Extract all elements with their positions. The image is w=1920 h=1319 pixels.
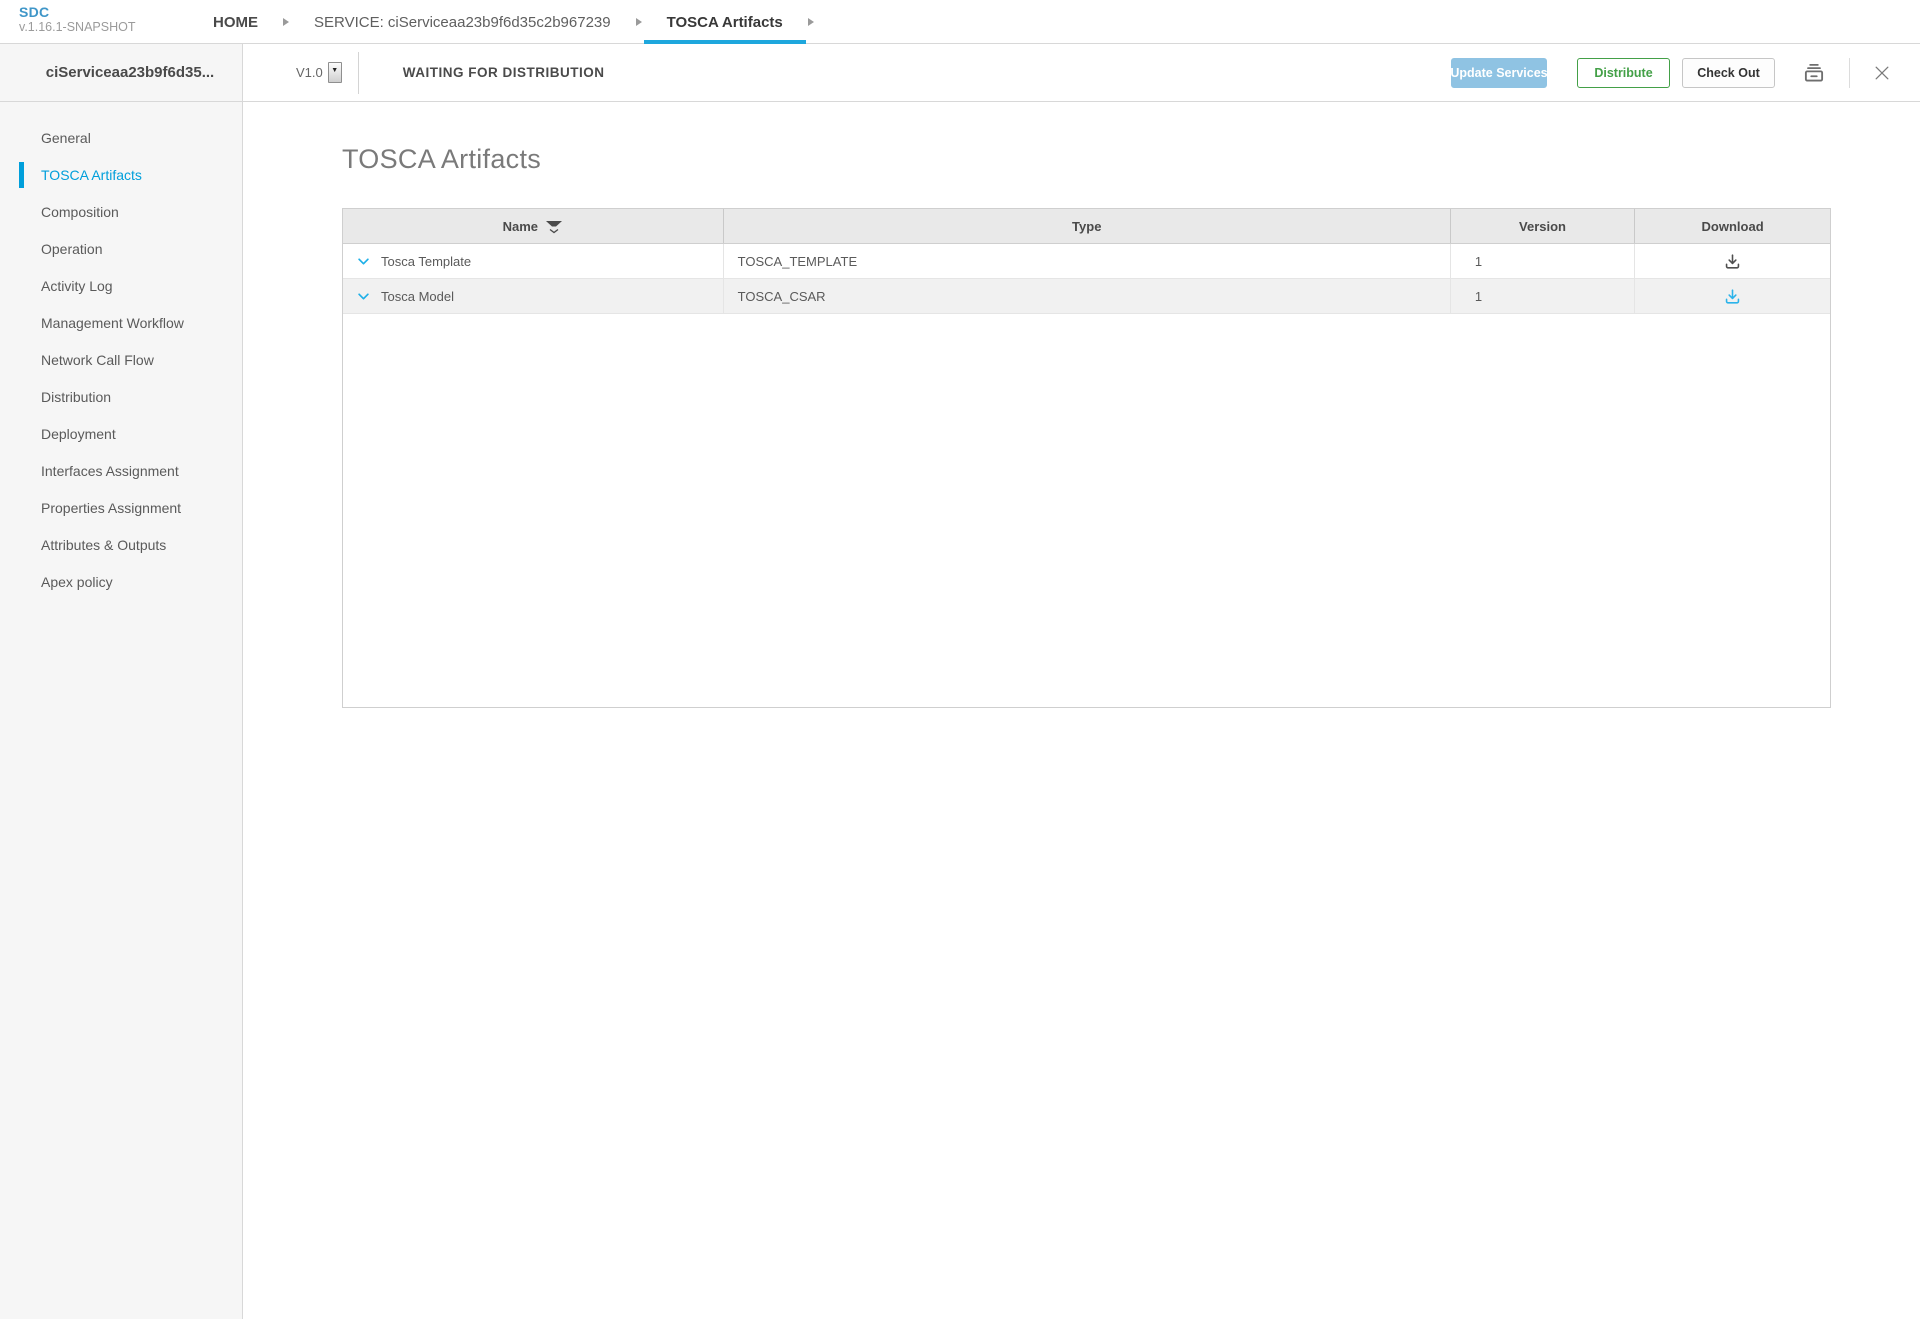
logo-title: SDC bbox=[19, 4, 135, 20]
sidebar-item-management-workflow[interactable]: Management Workflow bbox=[0, 304, 242, 341]
update-services-button[interactable]: Update Services bbox=[1451, 58, 1547, 88]
column-header-name-label: Name bbox=[503, 219, 538, 234]
artifact-name-label: Tosca Template bbox=[381, 254, 471, 269]
distribute-button[interactable]: Distribute bbox=[1577, 58, 1670, 88]
close-icon bbox=[1872, 63, 1892, 83]
column-header-name[interactable]: Name bbox=[343, 209, 724, 243]
sidebar-item-apex-policy[interactable]: Apex policy bbox=[0, 563, 242, 600]
artifact-version-cell: 1 bbox=[1451, 244, 1635, 278]
sidebar-item-operation[interactable]: Operation bbox=[0, 230, 242, 267]
sidebar-item-distribution[interactable]: Distribution bbox=[0, 378, 242, 415]
download-button[interactable] bbox=[1723, 252, 1742, 271]
lifecycle-status-text: WAITING FOR DISTRIBUTION bbox=[403, 65, 605, 80]
close-button[interactable] bbox=[1872, 63, 1892, 83]
logo-version: v.1.16.1-SNAPSHOT bbox=[19, 20, 135, 34]
table-row: Tosca Model TOSCA_CSAR 1 bbox=[343, 279, 1830, 314]
column-header-download[interactable]: Download bbox=[1635, 209, 1830, 243]
column-header-version[interactable]: Version bbox=[1451, 209, 1635, 243]
print-button[interactable] bbox=[1801, 60, 1827, 86]
sidebar-item-general[interactable]: General bbox=[0, 119, 242, 156]
breadcrumb-arrow-icon bbox=[808, 18, 814, 26]
breadcrumb: HOME SERVICE: ciServiceaa23b9f6d35c2b967… bbox=[190, 0, 816, 44]
download-icon bbox=[1723, 287, 1742, 306]
artifact-download-cell bbox=[1635, 279, 1830, 313]
main-content: TOSCA Artifacts Name Type Version Downlo… bbox=[243, 102, 1920, 1319]
sidebar-nav: General TOSCA Artifacts Composition Oper… bbox=[0, 102, 243, 1319]
page-title: TOSCA Artifacts bbox=[342, 144, 1920, 175]
artifact-type-cell: TOSCA_TEMPLATE bbox=[724, 244, 1451, 278]
dropdown-arrow-icon: ▼ bbox=[331, 67, 338, 74]
table-row: Tosca Template TOSCA_TEMPLATE 1 bbox=[343, 244, 1830, 279]
breadcrumb-arrow-icon bbox=[283, 18, 289, 26]
toolbar-divider bbox=[1849, 58, 1850, 88]
artifact-version-cell: 1 bbox=[1451, 279, 1635, 313]
table-header-row: Name Type Version Download bbox=[343, 209, 1830, 244]
sidebar-item-composition[interactable]: Composition bbox=[0, 193, 242, 230]
sidebar-item-interfaces-assignment[interactable]: Interfaces Assignment bbox=[0, 452, 242, 489]
artifact-name-cell: Tosca Model bbox=[343, 279, 724, 313]
sdc-app: SDC v.1.16.1-SNAPSHOT HOME SERVICE: ciSe… bbox=[0, 0, 1920, 1319]
expand-row-button[interactable] bbox=[356, 254, 371, 269]
expand-row-button[interactable] bbox=[356, 289, 371, 304]
artifact-name-label: Tosca Model bbox=[381, 289, 454, 304]
check-out-button[interactable]: Check Out bbox=[1682, 58, 1775, 88]
version-label: V1.0 bbox=[296, 65, 323, 80]
breadcrumb-arrow-icon bbox=[636, 18, 642, 26]
sidebar-header: ciServiceaa23b9f6d35... bbox=[0, 44, 243, 102]
version-selector-dropdown[interactable]: ▼ bbox=[328, 62, 342, 83]
print-icon bbox=[1801, 60, 1827, 86]
download-icon bbox=[1723, 252, 1742, 271]
download-button[interactable] bbox=[1723, 287, 1742, 306]
artifact-download-cell bbox=[1635, 244, 1830, 278]
breadcrumb-home[interactable]: HOME bbox=[190, 0, 281, 44]
table-empty-area bbox=[343, 314, 1830, 707]
sidebar-item-activity-log[interactable]: Activity Log bbox=[0, 267, 242, 304]
chevron-down-icon bbox=[356, 254, 371, 269]
breadcrumb-tosca-artifacts-active[interactable]: TOSCA Artifacts bbox=[644, 0, 806, 44]
artifact-name-cell: Tosca Template bbox=[343, 244, 724, 278]
tosca-artifacts-table: Name Type Version Download bbox=[342, 208, 1831, 708]
top-header: SDC v.1.16.1-SNAPSHOT HOME SERVICE: ciSe… bbox=[0, 0, 1920, 44]
toolbar-divider bbox=[358, 52, 359, 94]
sidebar-item-tosca-artifacts[interactable]: TOSCA Artifacts bbox=[0, 156, 242, 193]
sidebar-item-deployment[interactable]: Deployment bbox=[0, 415, 242, 452]
column-header-type[interactable]: Type bbox=[724, 209, 1451, 243]
artifact-type-cell: TOSCA_CSAR bbox=[724, 279, 1451, 313]
toolbar: V1.0 ▼ WAITING FOR DISTRIBUTION Update S… bbox=[243, 44, 1920, 102]
chevron-down-icon bbox=[356, 289, 371, 304]
sidebar-item-network-call-flow[interactable]: Network Call Flow bbox=[0, 341, 242, 378]
sidebar-item-attributes-outputs[interactable]: Attributes & Outputs bbox=[0, 526, 242, 563]
breadcrumb-service[interactable]: SERVICE: ciServiceaa23b9f6d35c2b967239 bbox=[291, 0, 634, 44]
sdc-logo[interactable]: SDC v.1.16.1-SNAPSHOT bbox=[19, 4, 135, 34]
sort-icon bbox=[545, 219, 563, 234]
service-name-title: ciServiceaa23b9f6d35... bbox=[28, 64, 214, 81]
toolbar-actions: Update Services Distribute Check Out bbox=[1451, 58, 1920, 88]
sidebar-item-properties-assignment[interactable]: Properties Assignment bbox=[0, 489, 242, 526]
